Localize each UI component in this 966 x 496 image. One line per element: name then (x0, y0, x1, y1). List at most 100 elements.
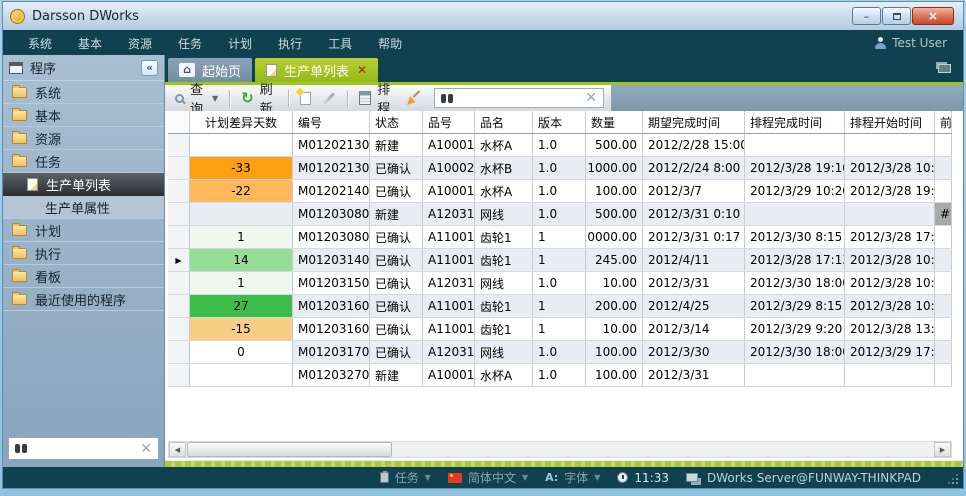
table-row[interactable]: -33M012021302已确认A10002水杯B1.01000.002012/… (168, 157, 952, 180)
sidebar-item-label: 基本 (35, 106, 61, 125)
toolbar-search-box[interactable]: ✕ (434, 88, 604, 108)
table-row[interactable]: ▶14M012031402已确认A11001齿轮11245.002012/4/1… (168, 249, 952, 272)
grid-cell-start: 2012/3/28 17:13 (845, 226, 935, 248)
font-icon: A: (545, 471, 558, 484)
sidebar-search-box[interactable]: ✕ (8, 437, 159, 460)
horizontal-scrollbar[interactable]: ◀ ▶ (168, 441, 952, 458)
folder-icon (12, 156, 27, 167)
menu-item-0[interactable]: 系统 (15, 37, 65, 51)
sidebar-item-9[interactable]: 最近使用的程序 (3, 288, 164, 311)
grid-cell-item: A11001 (423, 295, 475, 317)
grid-cell-start: 2012/3/28 19:10 (845, 180, 935, 202)
column-header-no[interactable]: 编号 (293, 111, 370, 133)
grid-cell-extra (935, 364, 952, 386)
close-icon: × (928, 10, 938, 22)
column-header-qty[interactable]: 数量 (586, 111, 643, 133)
table-row[interactable]: 1M012031501已确认A12031网线1.010.002012/3/312… (168, 272, 952, 295)
clean-button[interactable] (403, 90, 424, 107)
sidebar-collapse-button[interactable]: « (141, 60, 158, 76)
grid-cell-status: 新建 (370, 364, 423, 386)
sidebar-search-clear-icon[interactable]: ✕ (140, 442, 152, 456)
grid-cell-name: 网线 (475, 341, 533, 363)
menu-item-4[interactable]: 计划 (215, 37, 265, 51)
grid-cell-item: A12031 (423, 272, 475, 294)
close-button[interactable]: × (912, 7, 954, 25)
grid-cell-item: A10001 (423, 180, 475, 202)
sidebar-item-label: 系统 (35, 83, 61, 102)
table-row[interactable]: -15M012031602已确认A11001齿轮1110.002012/3/14… (168, 318, 952, 341)
status-task[interactable]: 任务 ▼ (380, 469, 431, 486)
status-language[interactable]: 简体中文 ▼ (448, 469, 528, 486)
column-header-start[interactable]: 排程开始时间 (845, 111, 935, 133)
sidebar-item-5[interactable]: 生产单属性 (3, 196, 164, 219)
table-row[interactable]: M012032701新建A10001水杯A1.0100.002012/3/31 (168, 364, 952, 387)
grid-cell-qty: 100.00 (586, 364, 643, 386)
sidebar-item-7[interactable]: 执行 (3, 242, 164, 265)
toolbar-search-input[interactable] (453, 91, 578, 105)
scroll-left-icon[interactable]: ◀ (169, 442, 186, 457)
tab-close-icon[interactable]: ✕ (357, 63, 367, 77)
sidebar-item-3[interactable]: 任务 (3, 150, 164, 173)
menu-item-7[interactable]: 帮助 (365, 37, 415, 51)
grid-cell-item: A10002 (423, 157, 475, 179)
sidebar-item-4[interactable]: 生产单列表 (3, 173, 164, 196)
chevron-down-icon: ▼ (522, 473, 528, 482)
menu-item-1[interactable]: 基本 (65, 37, 115, 51)
grid-cell-status: 已确认 (370, 272, 423, 294)
toolbar-search-clear-icon[interactable]: ✕ (585, 91, 597, 105)
new-document-icon (300, 92, 311, 105)
column-header-name[interactable]: 品名 (475, 111, 533, 133)
status-font[interactable]: A: 字体 ▼ (545, 469, 600, 486)
titlebar[interactable]: Darsson DWorks – × (3, 2, 963, 30)
column-header-finish[interactable]: 排程完成时间 (745, 111, 845, 133)
table-row[interactable]: 0M012031701已确认A12031网线1.0100.002012/3/30… (168, 341, 952, 364)
table-row[interactable]: M012030801新建A12031网线1.0500.002012/3/31 0… (168, 203, 952, 226)
row-indicator (168, 341, 190, 363)
grid-cell-status: 已确认 (370, 249, 423, 271)
column-header-item[interactable]: 品号 (423, 111, 475, 133)
sidebar-item-8[interactable]: 看板 (3, 265, 164, 288)
grid-cell-due: 2012/2/24 8:00 (643, 157, 745, 179)
menu-item-2[interactable]: 资源 (115, 37, 165, 51)
grid-cell-extra (935, 341, 952, 363)
column-header-status[interactable]: 状态 (370, 111, 423, 133)
scrollbar-thumb[interactable] (187, 442, 392, 457)
column-header-ver[interactable]: 版本 (533, 111, 586, 133)
minimize-button[interactable]: – (852, 7, 881, 25)
sidebar-item-0[interactable]: 系统 (3, 81, 164, 104)
window-list-icon[interactable] (938, 64, 951, 73)
grid-cell-diff: -33 (190, 157, 293, 179)
grid-cell-item: A11001 (423, 249, 475, 271)
menu-item-3[interactable]: 任务 (165, 37, 215, 51)
table-row[interactable]: 27M012031601已确认A11001齿轮11200.002012/4/25… (168, 295, 952, 318)
flag-cn-icon (448, 473, 462, 483)
grid-cell-ver: 1.0 (533, 341, 586, 363)
edit-button[interactable] (319, 96, 339, 101)
user-name: Test User (892, 36, 947, 50)
sidebar-search-input[interactable] (27, 442, 133, 456)
resize-grip[interactable] (956, 482, 958, 484)
grid-cell-item: A11001 (423, 318, 475, 340)
scroll-right-icon[interactable]: ▶ (934, 442, 951, 457)
user-box[interactable]: Test User (875, 36, 951, 50)
column-header-diff[interactable]: 计划差异天数 (190, 111, 293, 133)
menu-item-5[interactable]: 执行 (265, 37, 315, 51)
table-row[interactable]: -22M012021401已确认A10001水杯A1.0100.002012/3… (168, 180, 952, 203)
home-icon (179, 63, 195, 77)
grid-cell-start: 2012/3/28 13:40 (845, 318, 935, 340)
column-header-due[interactable]: 期望完成时间 (643, 111, 745, 133)
clipboard-icon (380, 472, 389, 483)
table-row[interactable]: M012021301新建A10001水杯A1.0500.002012/2/28 … (168, 134, 952, 157)
row-indicator (168, 272, 190, 294)
sidebar-item-1[interactable]: 基本 (3, 104, 164, 127)
column-header-extra[interactable]: 前 (935, 111, 952, 133)
maximize-button[interactable] (882, 7, 911, 25)
sidebar-item-6[interactable]: 计划 (3, 219, 164, 242)
table-row[interactable]: 1M012030802已确认A11001齿轮1110000.002012/3/3… (168, 226, 952, 249)
menu-item-6[interactable]: 工具 (315, 37, 365, 51)
sidebar-item-2[interactable]: 资源 (3, 127, 164, 150)
window-frame: Darsson DWorks – × 系统基本资源任务计划执行工具帮助 Test… (3, 2, 963, 488)
new-button[interactable] (297, 91, 314, 106)
grid-cell-item: A10001 (423, 134, 475, 156)
grid-cell-finish: 2012/3/28 19:10 (745, 157, 845, 179)
